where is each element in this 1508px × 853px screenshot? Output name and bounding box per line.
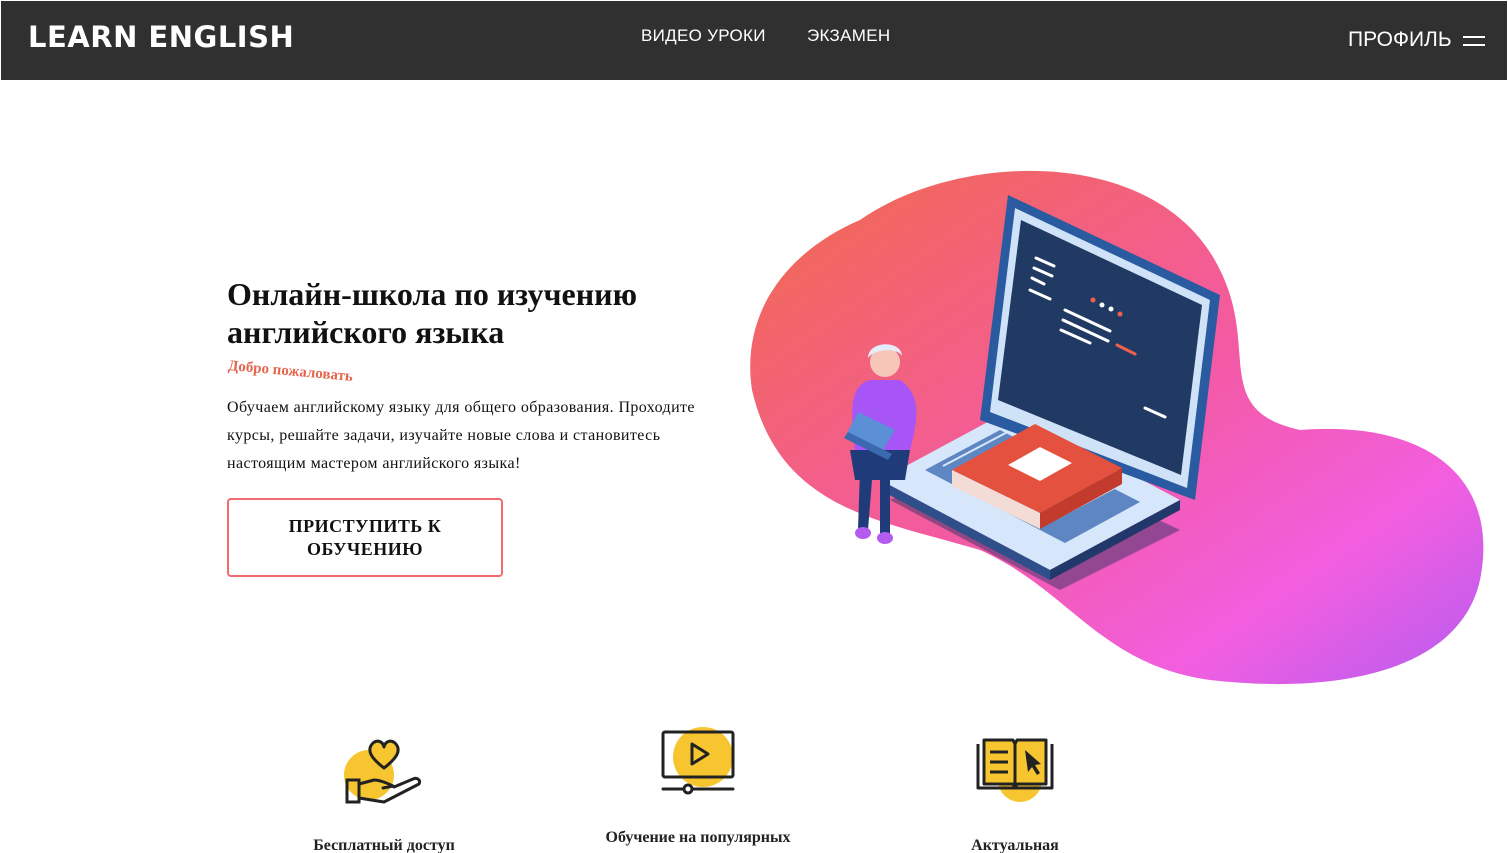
- open-book-icon: [976, 738, 1054, 802]
- hero-description: Обучаем английскому языку для общего обр…: [227, 399, 695, 472]
- start-learning-button[interactable]: ПРИСТУПИТЬ К ОБУЧЕНИЮ: [227, 498, 503, 577]
- heart-hand-icon: [344, 739, 421, 804]
- nav-exam[interactable]: ЭКЗАМЕН: [807, 26, 890, 46]
- hero-illustration: [740, 150, 1500, 700]
- video-play-icon: [661, 727, 735, 795]
- hero-title: Онлайн-школа по изучению английского язы…: [227, 276, 638, 350]
- hamburger-menu-icon[interactable]: [1462, 33, 1485, 47]
- laptop-student-illustration: [750, 170, 1484, 685]
- feature-popular-learning: Обучение на популярных: [588, 722, 808, 848]
- site-logo[interactable]: LEARN ENGLISH: [28, 20, 294, 54]
- top-navbar: LEARN ENGLISH ВИДЕО УРОКИ ЭКЗАМЕН ПРОФИЛ…: [1, 1, 1507, 80]
- feature-label-popular: Обучение на популярных: [605, 829, 791, 846]
- nav-video-lessons[interactable]: ВИДЕО УРОКИ: [641, 26, 766, 46]
- feature-label-actual: Актуальная: [971, 837, 1059, 853]
- feature-actual: Актуальная: [905, 730, 1125, 853]
- feature-label-free: Бесплатный доступ: [313, 837, 455, 853]
- profile-menu-button[interactable]: ПРОФИЛЬ: [1348, 28, 1485, 52]
- feature-free-access: Бесплатный доступ: [274, 730, 494, 853]
- profile-label: ПРОФИЛЬ: [1348, 28, 1452, 51]
- hero-welcome-subtitle: Добро пожаловать: [227, 358, 354, 385]
